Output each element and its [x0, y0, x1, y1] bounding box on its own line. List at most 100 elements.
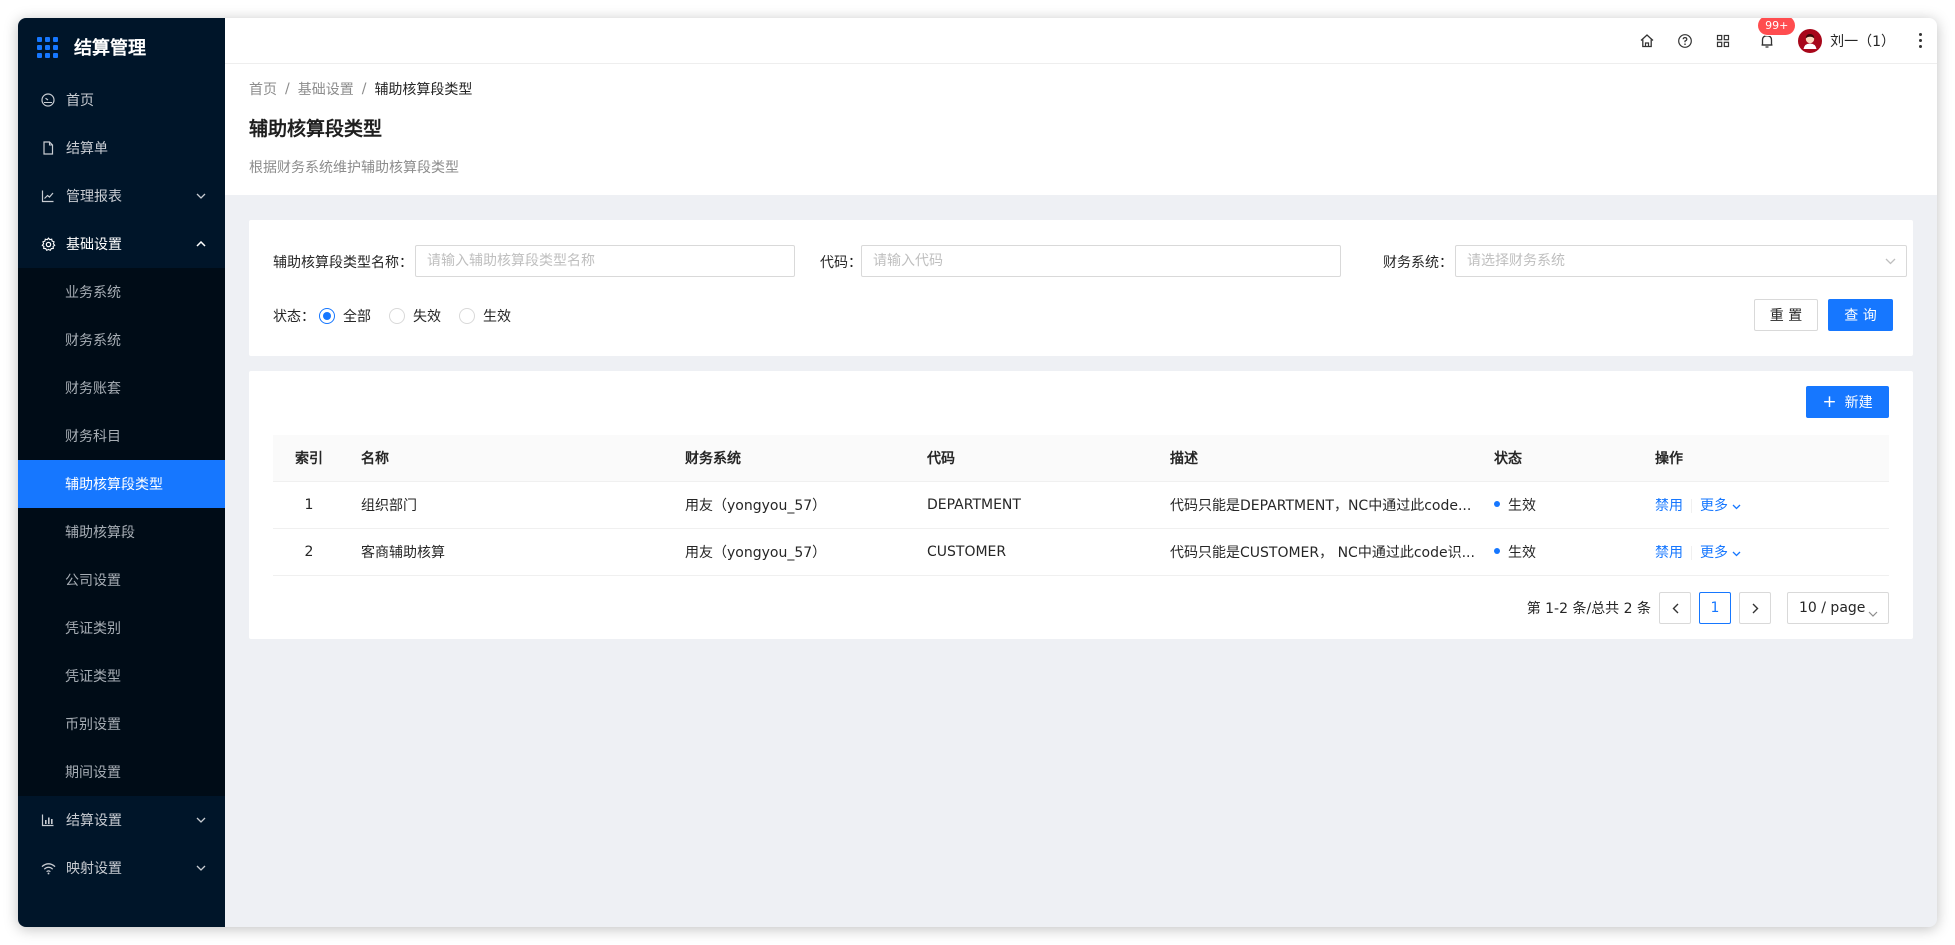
radio-label: 全部 — [343, 309, 371, 325]
sidebar-item-aux-segment-type[interactable]: 辅助核算段类型 — [18, 460, 225, 508]
cell-actions: 禁用 更多 — [1639, 481, 1889, 529]
column-header-description: 描述 — [1154, 435, 1478, 482]
sidebar-item-label: 首页 — [66, 93, 94, 109]
chevron-down-icon — [195, 190, 207, 202]
chevron-up-icon — [195, 238, 207, 250]
sidebar-item-label: 映射设置 — [66, 861, 122, 877]
column-header-code: 代码 — [911, 435, 1154, 482]
app-switcher-icon[interactable] — [1714, 32, 1732, 50]
breadcrumb-item-home[interactable]: 首页 — [249, 79, 277, 99]
line-chart-icon — [40, 188, 56, 204]
sidebar-item-period-settings[interactable]: 期间设置 — [18, 748, 225, 796]
chevron-down-icon — [1732, 545, 1741, 561]
status-radio-group: 状态： 全部 失效 生效 — [273, 306, 529, 326]
breadcrumb: 首页 / 基础设置 / 辅助核算段类型 — [249, 78, 1937, 100]
cell-status: 生效 — [1478, 528, 1639, 576]
name-label: 辅助核算段类型名称： — [273, 255, 413, 271]
sidebar-item-label: 结算设置 — [66, 813, 122, 829]
status-text: 生效 — [1508, 544, 1536, 561]
chevron-down-icon — [195, 814, 207, 826]
disable-link[interactable]: 禁用 — [1655, 545, 1683, 561]
more-dropdown[interactable]: 更多 — [1700, 545, 1741, 561]
chevron-down-icon — [1885, 246, 1896, 276]
breadcrumb-separator: / — [361, 81, 367, 97]
app-logo[interactable]: 结算管理 — [18, 18, 225, 76]
column-header-actions: 操作 — [1639, 435, 1889, 482]
cell-status: 生效 — [1478, 481, 1639, 529]
sidebar-item-voucher-category[interactable]: 凭证类别 — [18, 604, 225, 652]
reset-button[interactable]: 重 置 — [1754, 299, 1818, 331]
app-title: 结算管理 — [74, 38, 146, 59]
notification-bell-icon[interactable]: 99+ — [1758, 18, 1796, 50]
cell-name: 组织部门 — [345, 481, 669, 529]
sidebar-item-settlement-settings[interactable]: 结算设置 — [18, 796, 225, 844]
status-text: 生效 — [1508, 497, 1536, 514]
more-dropdown[interactable]: 更多 — [1700, 498, 1741, 514]
help-icon[interactable] — [1676, 32, 1694, 50]
sidebar-item-label: 结算单 — [66, 141, 108, 157]
status-radio-valid[interactable]: 生效 — [459, 306, 511, 326]
cell-description: 代码只能是DEPARTMENT，NC中通过此code... — [1154, 481, 1478, 529]
page-size-select[interactable]: 10 / page — [1787, 592, 1889, 624]
cell-index: 2 — [273, 528, 345, 576]
code-input[interactable]: 请输入代码 — [861, 245, 1341, 277]
user-name: 刘一（1） — [1830, 33, 1895, 50]
bar-chart-icon — [40, 812, 56, 828]
apps-grid-icon — [37, 36, 58, 58]
name-input[interactable]: 请输入辅助核算段类型名称 — [415, 245, 795, 277]
column-header-finance-system: 财务系统 — [669, 435, 911, 482]
sidebar-item-finance-system[interactable]: 财务系统 — [18, 316, 225, 364]
sidebar-item-settlement[interactable]: 结算单 — [18, 124, 225, 172]
cell-code: DEPARTMENT — [911, 481, 1154, 529]
sidebar-item-voucher-type[interactable]: 凭证类型 — [18, 652, 225, 700]
cell-actions: 禁用 更多 — [1639, 528, 1889, 576]
sidebar-item-basic-settings[interactable]: 基础设置 — [18, 220, 225, 268]
finance-system-select[interactable]: 请选择财务系统 — [1455, 245, 1907, 277]
sidebar-item-mapping-settings[interactable]: 映射设置 — [18, 844, 225, 892]
sidebar: 结算管理 首页 结算单 管理报表 基础设置 业务系统 财务系统 财务账套 财务科… — [18, 18, 225, 927]
prev-page-button[interactable] — [1659, 592, 1691, 624]
status-radio-invalid[interactable]: 失效 — [389, 306, 441, 326]
more-label: 更多 — [1700, 544, 1728, 561]
cell-description: 代码只能是CUSTOMER， NC中通过此code识... — [1154, 528, 1478, 576]
disable-link[interactable]: 禁用 — [1655, 498, 1683, 514]
top-header: 99+ 刘一（1） — [225, 18, 1937, 64]
breadcrumb-separator: / — [285, 81, 290, 97]
sidebar-item-currency-settings[interactable]: 币别设置 — [18, 700, 225, 748]
page-number-button[interactable]: 1 — [1699, 592, 1731, 624]
sidebar-item-home[interactable]: 首页 — [18, 76, 225, 124]
query-button[interactable]: 查 询 — [1828, 299, 1893, 331]
chevron-down-icon — [1868, 605, 1878, 621]
table-row: 1 组织部门 用友（yongyou_57） DEPARTMENT 代码只能是DE… — [273, 481, 1889, 529]
more-vertical-icon[interactable] — [1917, 32, 1923, 50]
sidebar-item-company-settings[interactable]: 公司设置 — [18, 556, 225, 604]
file-icon — [40, 140, 56, 156]
breadcrumb-item-basic-settings[interactable]: 基础设置 — [298, 79, 354, 99]
pagination: 第 1-2 条/总共 2 条 1 10 / page — [1527, 592, 1889, 624]
sidebar-item-finance-account-set[interactable]: 财务账套 — [18, 364, 225, 412]
data-table: 索引 名称 财务系统 代码 描述 状态 操作 1 组织部门 用友（yongyou… — [273, 435, 1889, 576]
table-header-row: 索引 名称 财务系统 代码 描述 状态 操作 — [273, 435, 1889, 482]
home-icon[interactable] — [1638, 32, 1656, 50]
status-label: 状态： — [273, 309, 315, 325]
new-button[interactable]: + 新建 — [1806, 386, 1889, 418]
submenu-basic-settings: 业务系统 财务系统 财务账套 财务科目 辅助核算段类型 辅助核算段 公司设置 凭… — [18, 268, 225, 796]
setting-icon — [40, 236, 56, 252]
next-page-button[interactable] — [1739, 592, 1771, 624]
cell-finance-system: 用友（yongyou_57） — [669, 481, 911, 529]
wifi-icon — [40, 860, 56, 876]
user-menu[interactable]: 刘一（1） — [1798, 28, 1895, 53]
status-dot-icon — [1494, 547, 1500, 554]
status-radio-all[interactable]: 全部 — [319, 306, 371, 326]
page-size-value: 10 / page — [1799, 600, 1866, 616]
sidebar-item-finance-subject[interactable]: 财务科目 — [18, 412, 225, 460]
sidebar-item-business-system[interactable]: 业务系统 — [18, 268, 225, 316]
cell-finance-system: 用友（yongyou_57） — [669, 528, 911, 576]
search-form: 辅助核算段类型名称： 请输入辅助核算段类型名称 代码： 请输入代码 财务系统： … — [249, 220, 1913, 356]
radio-label: 失效 — [413, 309, 441, 325]
action-divider — [1691, 498, 1692, 513]
more-label: 更多 — [1700, 497, 1728, 514]
sidebar-item-aux-segment[interactable]: 辅助核算段 — [18, 508, 225, 556]
app-window: 结算管理 首页 结算单 管理报表 基础设置 业务系统 财务系统 财务账套 财务科… — [18, 18, 1937, 927]
sidebar-item-reports[interactable]: 管理报表 — [18, 172, 225, 220]
